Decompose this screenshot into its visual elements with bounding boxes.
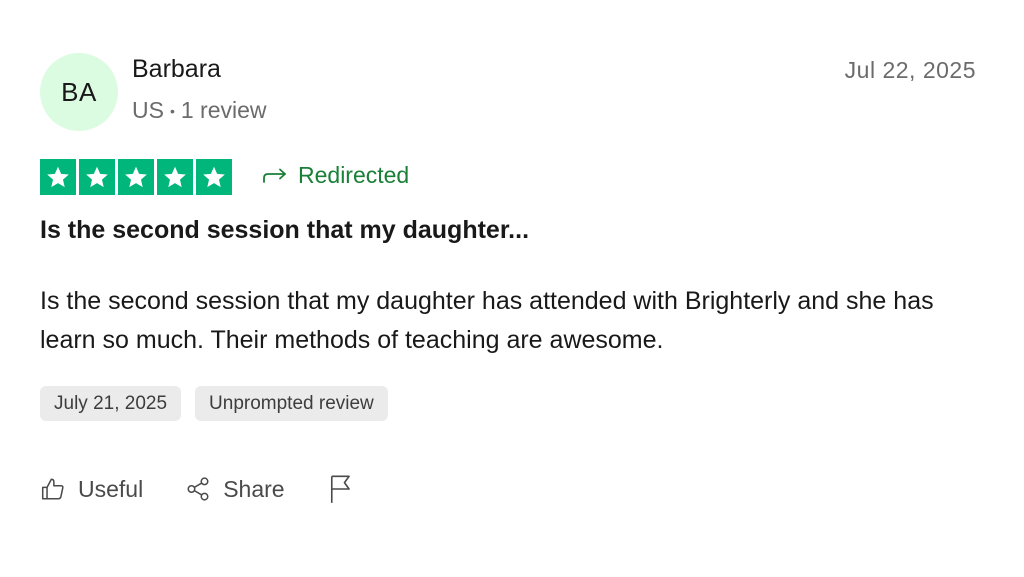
star-icon xyxy=(196,159,232,195)
reviewer-meta: US • 1 review xyxy=(132,97,267,124)
star-icon xyxy=(118,159,154,195)
redirected-label[interactable]: Redirected xyxy=(262,162,409,189)
review-title[interactable]: Is the second session that my daughter..… xyxy=(40,216,529,245)
review-card: BA Barbara US • 1 review Jul 22, 2025 Re… xyxy=(0,0,1024,577)
experience-date-tag: July 21, 2025 xyxy=(40,386,182,421)
star-icon xyxy=(79,159,115,195)
star-icon xyxy=(40,159,76,195)
review-actions: Useful Share xyxy=(40,474,355,504)
avatar-initials: BA xyxy=(61,76,97,107)
share-label: Share xyxy=(223,475,285,502)
star-icon xyxy=(157,159,193,195)
reviewer-country: US xyxy=(132,97,164,123)
flag-icon xyxy=(330,475,350,503)
review-tags: July 21, 2025 Unprompted review xyxy=(40,386,388,421)
useful-label: Useful xyxy=(78,475,144,502)
reviewer-name[interactable]: Barbara xyxy=(132,55,221,84)
report-button[interactable] xyxy=(327,474,355,504)
review-body: Is the second session that my daughter h… xyxy=(40,287,934,354)
avatar: BA xyxy=(40,53,118,131)
reviewer-review-count: 1 review xyxy=(180,97,267,123)
useful-button[interactable]: Useful xyxy=(40,476,143,503)
review-date: Jul 22, 2025 xyxy=(844,57,976,83)
share-button[interactable]: Share xyxy=(185,475,285,503)
redirect-arrow-icon xyxy=(263,168,286,183)
separator-dot: • xyxy=(169,102,175,119)
unprompted-review-tag[interactable]: Unprompted review xyxy=(195,386,388,421)
star-rating xyxy=(40,159,232,195)
redirected-text: Redirected xyxy=(298,162,410,188)
share-icon xyxy=(187,477,209,501)
thumbs-up-icon xyxy=(41,478,64,500)
